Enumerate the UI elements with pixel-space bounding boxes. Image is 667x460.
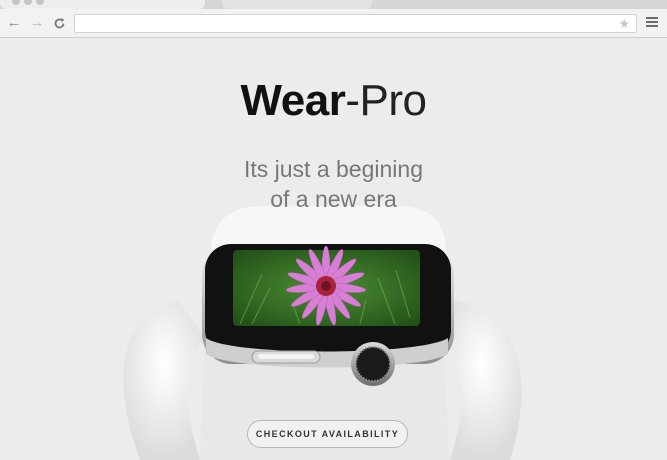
browser-menu-button[interactable]	[645, 15, 659, 31]
star-icon[interactable]: ★	[618, 15, 630, 32]
menu-bar	[646, 25, 658, 27]
checkout-availability-button[interactable]: CHECKOUT AVAILABILITY	[247, 420, 408, 448]
forward-button[interactable]: →	[29, 14, 45, 32]
tab-active[interactable]	[0, 0, 205, 9]
brand-title-bold: Wear	[240, 76, 346, 125]
page-content: Wear-Pro Its just a begining of a new er…	[0, 38, 667, 460]
reload-button[interactable]	[51, 14, 67, 32]
back-button[interactable]: ←	[6, 14, 22, 32]
brand-title-light: -Pro	[345, 76, 427, 125]
tagline-line-1: Its just a begining	[243, 156, 423, 182]
window-close-dot[interactable]	[12, 0, 20, 5]
browser-toolbar: ← → ★	[0, 9, 667, 38]
arrow-right-icon: →	[29, 14, 45, 31]
window-minimize-dot[interactable]	[24, 0, 32, 5]
brand-title: Wear-Pro	[0, 76, 667, 126]
tagline-line-2: of a new era	[270, 186, 397, 212]
hamburger-menu-icon	[646, 17, 658, 19]
tab-strip	[0, 0, 667, 9]
tagline: Its just a begining of a new era	[0, 154, 667, 214]
tab-inactive[interactable]	[222, 0, 372, 9]
menu-bar	[646, 21, 658, 23]
arrow-left-icon: ←	[6, 14, 22, 31]
reload-icon	[54, 18, 64, 29]
address-bar[interactable]: ★	[74, 14, 637, 33]
window-zoom-dot[interactable]	[36, 0, 44, 5]
